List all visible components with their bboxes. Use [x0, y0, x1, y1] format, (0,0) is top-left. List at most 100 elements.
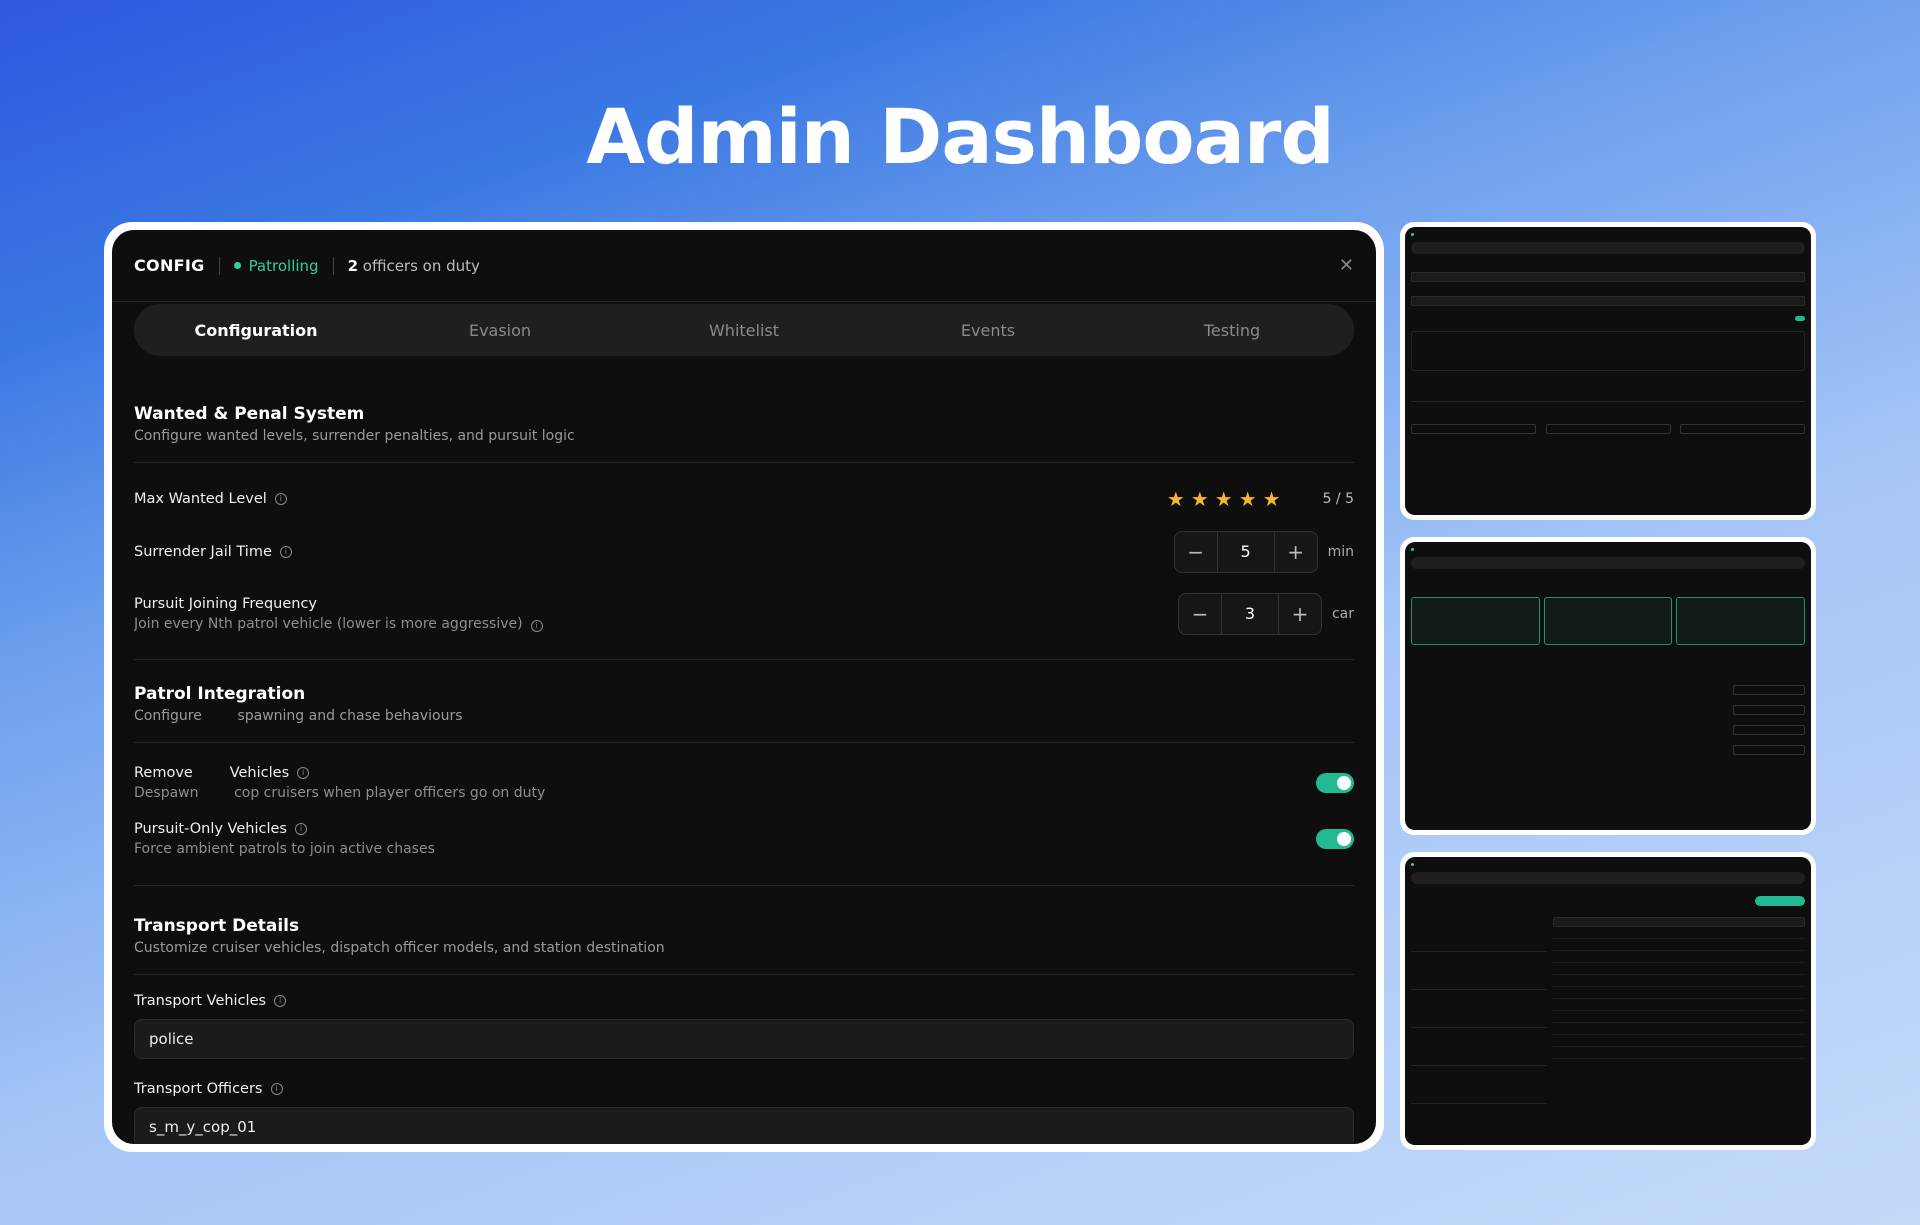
tab-configuration[interactable]: Configuration — [134, 321, 378, 340]
star-icon[interactable]: ★ — [1215, 487, 1233, 511]
pursuit-only-row: Pursuit-Only Vehicles i Force ambient pat… — [134, 811, 1354, 867]
transport-vehicles-input[interactable]: police — [134, 1019, 1354, 1059]
transport-vehicles-label: Transport Vehicles — [134, 993, 267, 1009]
pursuit-frequency-desc: Join every Nth patrol vehicle (lower is … — [134, 616, 523, 632]
info-icon[interactable]: i — [297, 767, 310, 779]
preview-row — [1411, 316, 1805, 321]
section-title: Transport Details — [134, 916, 300, 936]
pursuit-only-label: Pursuit-Only Vehicles — [134, 821, 287, 837]
pursuit-frequency-stepper: −3 + car — [1177, 593, 1354, 635]
remove-vehicles-desc: Despawn cop cruisers when player officer… — [134, 785, 546, 801]
divider — [1411, 401, 1805, 402]
preview-columns — [1411, 914, 1805, 1104]
star-icon[interactable]: ★ — [1191, 487, 1209, 511]
tab-evasion[interactable]: Evasion — [378, 321, 622, 340]
officers-count: 2 — [347, 256, 358, 275]
pursuit-only-text: Pursuit-Only Vehicles i Force ambient pat… — [134, 821, 435, 857]
max-wanted-row: Max Wanted Level i ★ ★ ★ ★ ★ 5 / 5 — [134, 473, 1354, 521]
star-icon[interactable]: ★ — [1263, 487, 1281, 511]
remove-vehicles-label-wrap: Remove Vehicles i — [134, 765, 545, 781]
preview-configuration — [1400, 222, 1816, 520]
preview-tabs — [1411, 557, 1805, 569]
officers-on-duty: 2 officers on duty — [348, 257, 480, 275]
preview-tabs — [1411, 242, 1805, 254]
minus-icon[interactable]: − — [1175, 540, 1217, 564]
pursuit-frequency-text: Pursuit Joining Frequency Join every Nth… — [134, 596, 543, 632]
divider — [332, 256, 334, 275]
remove-vehicles-label: Remove Vehicles — [134, 765, 290, 781]
jail-time-row: Surrender Jail Time i −5 + min — [134, 521, 1354, 583]
tab-testing[interactable]: Testing — [1110, 321, 1354, 340]
jail-time-stepper: −5 + min — [1173, 531, 1354, 573]
max-wanted-label-wrap: Max Wanted Level i — [134, 491, 287, 507]
main-screenshot-frame: CONFIG Patrolling 2 officers on duty ✕ C… — [104, 222, 1384, 1152]
status-dot-icon — [1411, 863, 1414, 866]
info-icon[interactable]: i — [274, 493, 287, 505]
config-label: CONFIG — [134, 256, 205, 275]
star-icon[interactable]: ★ — [1239, 487, 1257, 511]
tab-bar: Configuration Evasion Whitelist Events T… — [134, 304, 1354, 356]
preview-list — [1411, 914, 1547, 1104]
section-desc: Configure spawning and chase behaviours — [134, 708, 463, 724]
preview-field — [1411, 272, 1805, 282]
transport-officers-label: Transport Officers — [134, 1081, 263, 1097]
max-wanted-label: Max Wanted Level — [134, 491, 267, 507]
jail-time-value[interactable]: 5 — [1216, 532, 1275, 572]
section-title: Patrol Integration — [134, 684, 306, 704]
close-icon[interactable]: ✕ — [1339, 255, 1354, 276]
preview-row — [1411, 424, 1805, 434]
info-icon[interactable]: i — [270, 1083, 283, 1095]
preview-coords — [1411, 331, 1805, 371]
preview-scan-button — [1755, 896, 1805, 906]
pursuit-frequency-desc-wrap: Join every Nth patrol vehicle (lower is … — [134, 616, 543, 632]
preview-toggle-icon — [1795, 316, 1805, 321]
transport-vehicles-label-wrap: Transport Vehicles i — [134, 993, 1354, 1009]
pursuit-frequency-row: Pursuit Joining Frequency Join every Nth… — [134, 583, 1354, 645]
section-desc: Configure wanted levels, surrender penal… — [134, 428, 575, 444]
plus-icon[interactable]: + — [1279, 602, 1321, 626]
preview-events — [1400, 852, 1816, 1150]
tab-whitelist[interactable]: Whitelist — [622, 321, 866, 340]
jail-time-label-wrap: Surrender Jail Time i — [134, 544, 292, 560]
wanted-level-count: 5 / 5 — [1322, 491, 1354, 507]
wanted-section-header: Wanted & Penal System Configure wanted l… — [134, 380, 1354, 463]
wanted-stars[interactable]: ★ ★ ★ ★ ★ 5 / 5 — [1167, 487, 1354, 511]
pursuit-only-label-wrap: Pursuit-Only Vehicles i — [134, 821, 435, 837]
preview-row — [1411, 705, 1805, 715]
jail-time-label: Surrender Jail Time — [134, 544, 272, 560]
status-badge: Patrolling — [233, 257, 319, 275]
section-title: Wanted & Penal System — [134, 404, 365, 424]
section-desc: Customize cruiser vehicles, dispatch off… — [134, 940, 665, 956]
preview-table — [1553, 914, 1805, 1104]
transport-settings: Transport Vehicles i police Transport Off… — [134, 975, 1354, 1144]
preview-header — [1411, 548, 1805, 551]
preview-evasion — [1400, 537, 1816, 835]
star-icon[interactable]: ★ — [1167, 487, 1185, 511]
config-content: Wanted & Penal System Configure wanted l… — [134, 380, 1354, 1144]
preview-window — [1405, 857, 1811, 1145]
preview-header — [1411, 863, 1805, 866]
status-dot-icon — [233, 262, 241, 269]
patrol-section-header: Patrol Integration Configure spawning an… — [134, 660, 1354, 743]
preview-window — [1405, 227, 1811, 515]
remove-vehicles-toggle[interactable] — [1316, 773, 1354, 793]
remove-vehicles-row: Remove Vehicles i Despawn cop cruisers wh… — [134, 755, 1354, 811]
preview-field — [1411, 296, 1805, 306]
minus-icon[interactable]: − — [1179, 602, 1221, 626]
info-icon[interactable]: i — [279, 546, 292, 558]
transport-officers-label-wrap: Transport Officers i — [134, 1081, 1354, 1097]
plus-icon[interactable]: + — [1275, 540, 1317, 564]
pursuit-frequency-unit: car — [1331, 606, 1354, 622]
preview-row — [1411, 685, 1805, 695]
info-icon[interactable]: i — [294, 823, 307, 835]
divider — [218, 256, 220, 275]
tab-events[interactable]: Events — [866, 321, 1110, 340]
info-icon[interactable]: i — [274, 995, 287, 1007]
transport-officers-input[interactable]: s_m_y_cop_01 — [134, 1107, 1354, 1144]
preview-row — [1411, 745, 1805, 755]
pursuit-only-toggle[interactable] — [1316, 829, 1354, 849]
info-icon[interactable]: i — [530, 620, 543, 632]
wanted-settings: Max Wanted Level i ★ ★ ★ ★ ★ 5 / 5 Surrender J… — [134, 463, 1354, 660]
config-window: CONFIG Patrolling 2 officers on duty ✕ C… — [112, 230, 1376, 1144]
pursuit-frequency-value[interactable]: 3 — [1220, 594, 1279, 634]
